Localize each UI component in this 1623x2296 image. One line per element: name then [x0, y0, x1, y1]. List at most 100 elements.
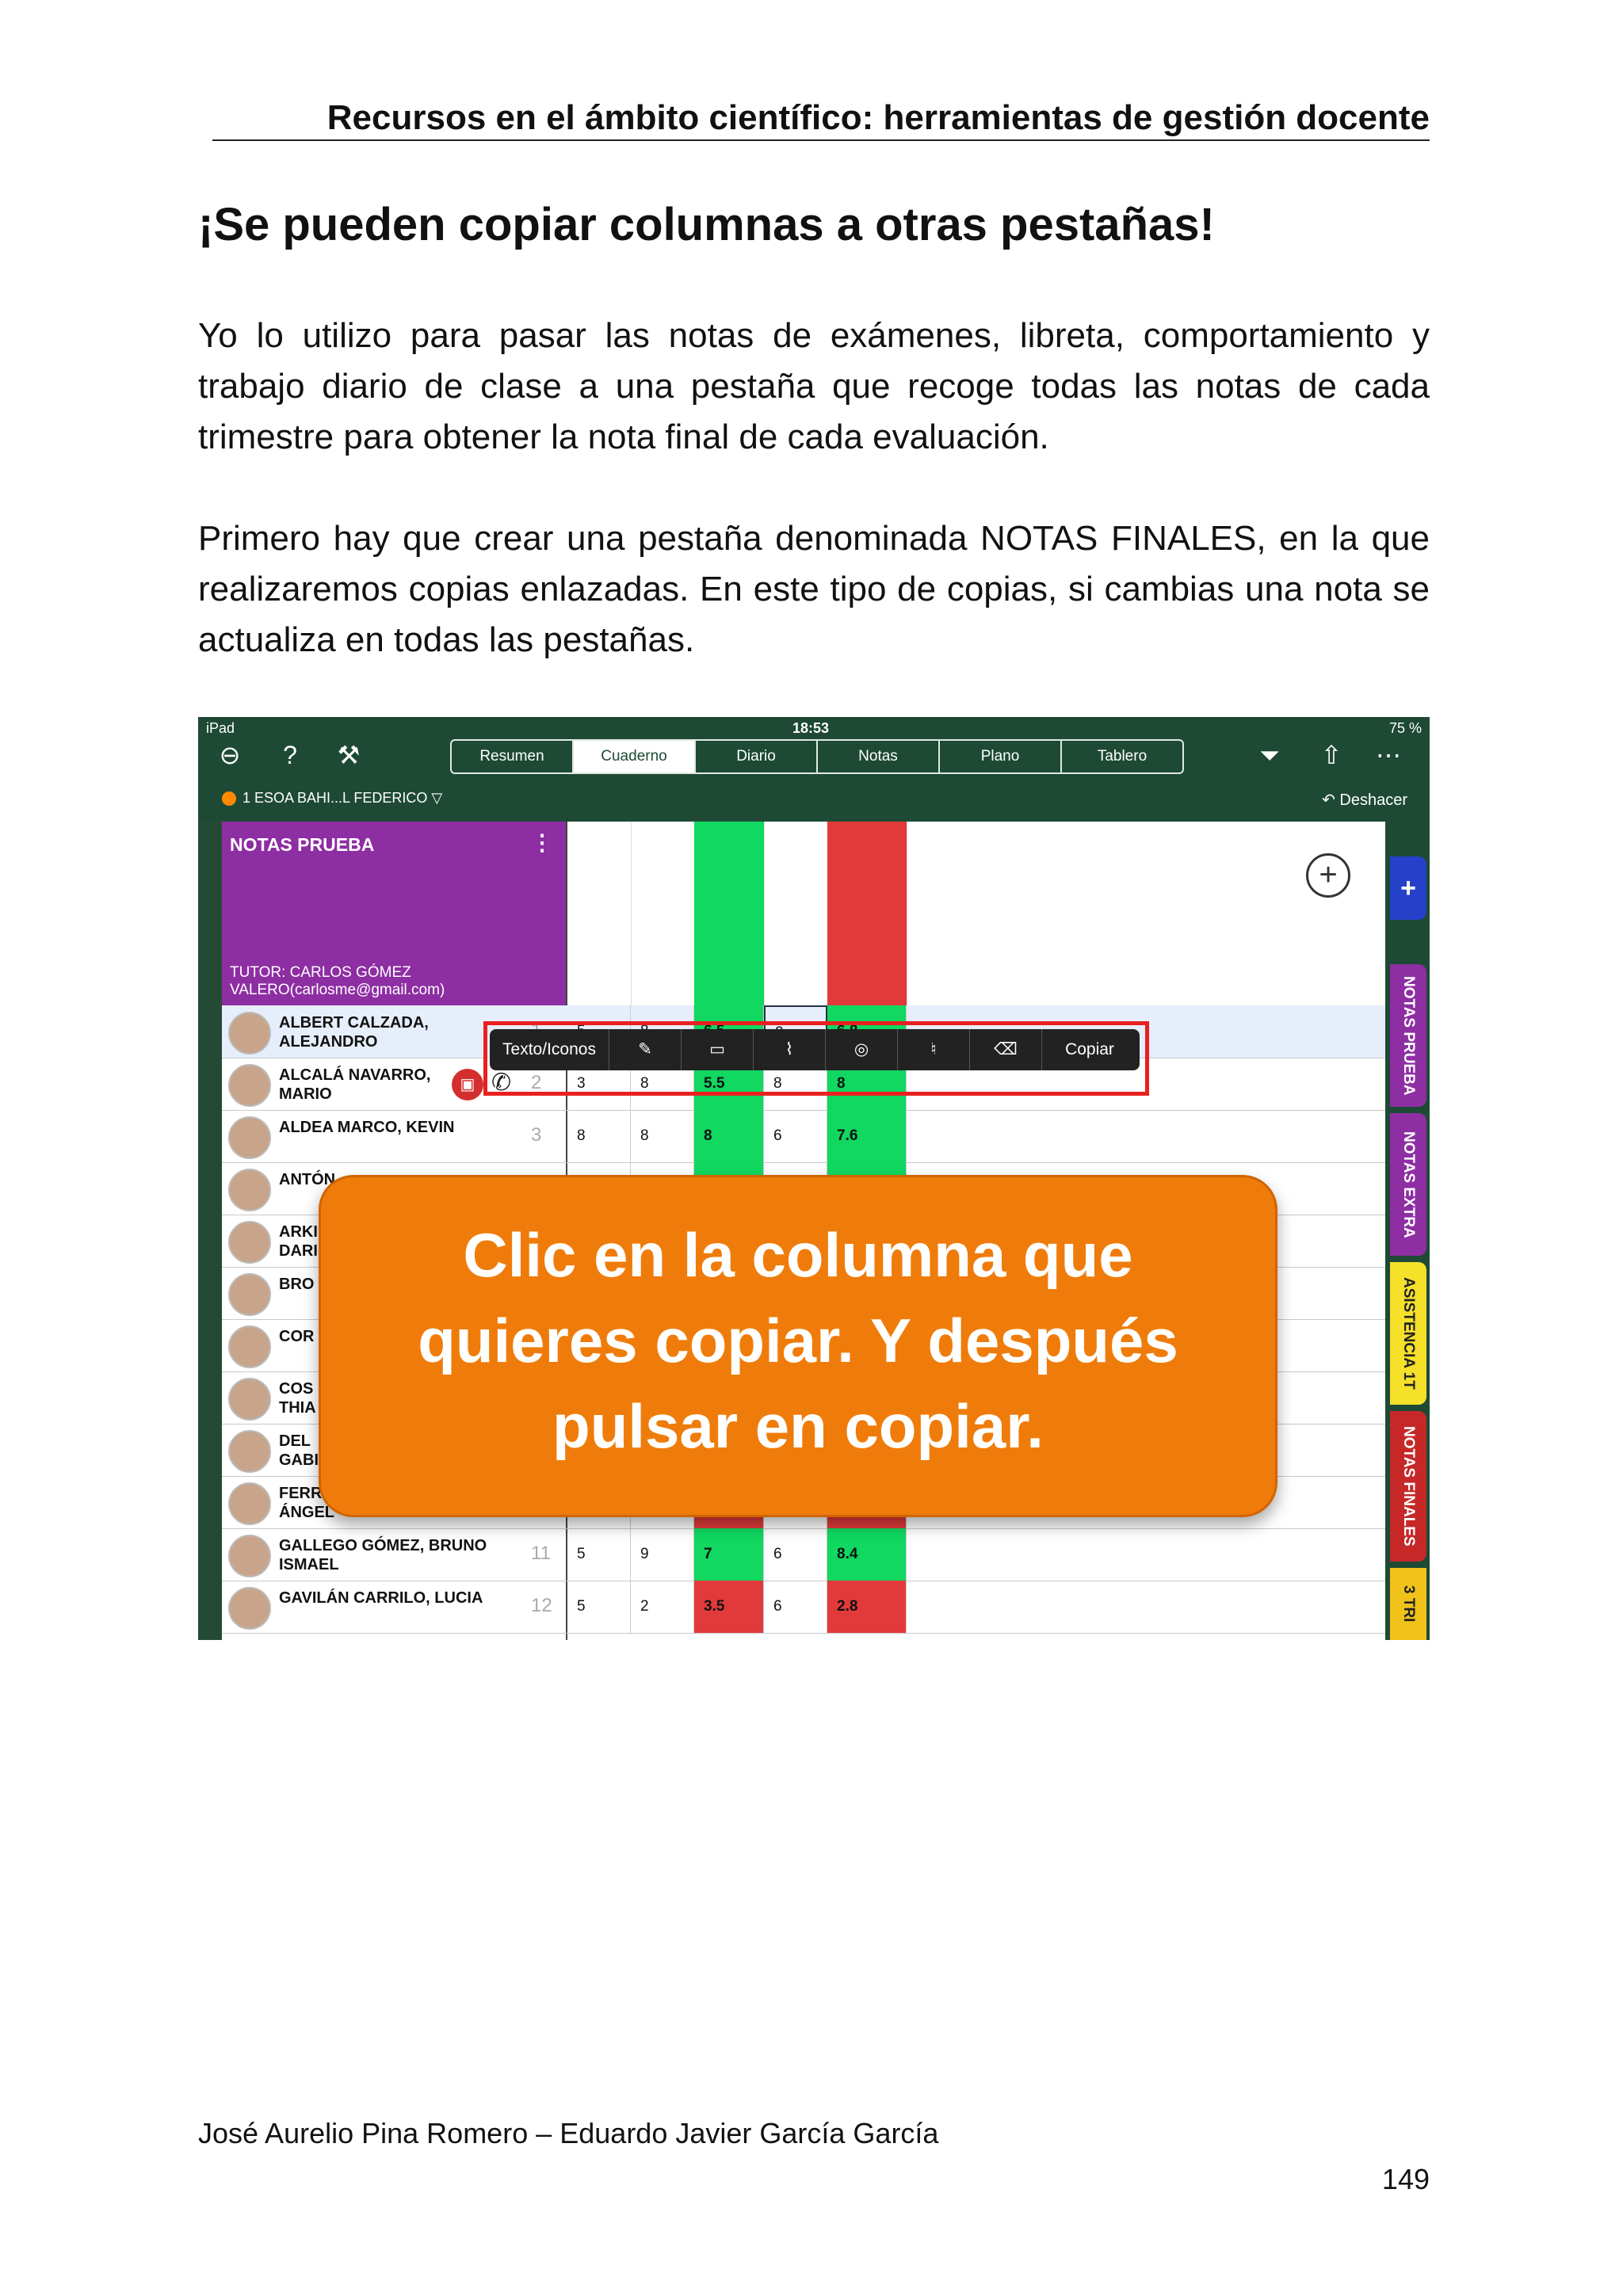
student-name: GALLEGO GÓMEZ, BRUNO ISMAEL [279, 1536, 487, 1574]
student-name-line: GALLEGO GÓMEZ, BRUNO [279, 1537, 487, 1554]
wrench-icon[interactable]: ⚒ [333, 741, 365, 769]
status-battery: 75 % [1388, 720, 1422, 736]
sheet-header: NOTAS PRUEBA ⋮ TUTOR: CARLOS GÓMEZ VALER… [222, 822, 566, 1005]
filter-icon[interactable]: ⏷ [1254, 741, 1285, 769]
student-name-line: ALCALÁ NAVARRO, [279, 1066, 431, 1084]
undo-label: Deshacer [1339, 791, 1407, 809]
student-row[interactable]: ALDEA MARCO, KEVIN 3 8 8 8 6 7.6 [222, 1110, 1385, 1163]
student-name: ALDEA MARCO, KEVIN [279, 1118, 454, 1137]
microphone-icon[interactable]: ♮ [898, 1029, 970, 1070]
text-icons-button[interactable]: Texto/Iconos [490, 1029, 609, 1070]
grade-cell[interactable]: 2.8 [827, 1581, 907, 1633]
student-name-line: DARI [279, 1242, 318, 1260]
undo-icon: ↶ [1322, 791, 1340, 809]
grade-cell[interactable]: 5 [567, 1528, 631, 1581]
callout-line: quieres copiar. Y después [418, 1306, 1178, 1375]
column-header[interactable] [567, 822, 632, 1005]
app-toolbar: iPad 18:53 75 % ⊖ ? ⚒ Resumen Cuaderno D… [198, 717, 1430, 822]
side-tab[interactable]: NOTAS PRUEBA [1390, 964, 1426, 1107]
grade-cell[interactable]: 5 [567, 1581, 631, 1633]
tab-diario[interactable]: Diario [696, 741, 818, 772]
student-name: ALCALÁ NAVARRO, MARIO [279, 1066, 430, 1104]
student-avatar [228, 1116, 271, 1159]
student-name-line: GAVILÁN CARRILO, LUCIA [279, 1589, 483, 1607]
side-tab[interactable]: 3 TRI [1390, 1568, 1426, 1640]
student-number: 3 [531, 1124, 542, 1146]
tab-plano[interactable]: Plano [940, 741, 1062, 772]
undo-button[interactable]: ↶ Deshacer [1322, 790, 1407, 810]
sheet-tabs: + NOTAS PRUEBA NOTAS EXTRA ASISTENCIA 1T… [1385, 822, 1430, 1640]
student-name: ARKI DARI [279, 1222, 318, 1261]
share-icon[interactable]: ⇧ [1316, 741, 1347, 769]
student-avatar [228, 1064, 271, 1107]
column-header[interactable] [631, 822, 695, 1005]
brush-icon[interactable]: ✎ [609, 1029, 682, 1070]
instruction-callout: Clic en la columna que quieres copiar. Y… [319, 1175, 1277, 1517]
tutor-name: TUTOR: CARLOS GÓMEZ [230, 964, 411, 981]
student-name-line: ALEJANDRO [279, 1033, 378, 1051]
grade-cell[interactable]: 7 [694, 1528, 764, 1581]
sheet-menu-icon[interactable]: ⋮ [531, 830, 553, 856]
student-name-line: ISMAEL [279, 1556, 339, 1573]
attach-icon[interactable]: ⌇ [754, 1029, 826, 1070]
student-avatar [228, 1273, 271, 1316]
section-title: ¡Se pueden copiar columnas a otras pesta… [198, 199, 1215, 250]
grade-cell[interactable]: 6 [764, 1110, 827, 1162]
grade-cell[interactable]: 9 [631, 1528, 694, 1581]
grade-cell[interactable]: 8.4 [827, 1528, 907, 1581]
student-avatar [228, 1325, 271, 1368]
grade-cell[interactable]: 6 [764, 1581, 827, 1633]
grade-cell[interactable]: 8 [694, 1110, 764, 1162]
tutor-info: TUTOR: CARLOS GÓMEZ VALERO(carlosme@gmai… [230, 964, 445, 999]
student-avatar [228, 1535, 271, 1577]
tab-tablero[interactable]: Tablero [1062, 741, 1182, 772]
course-color-dot [222, 791, 236, 807]
trash-icon[interactable]: ⌫ [970, 1029, 1042, 1070]
paragraph-1: Yo lo utilizo para pasar las notas de ex… [198, 316, 1430, 456]
page-number: 149 [1381, 2163, 1430, 2195]
student-avatar [228, 1221, 271, 1264]
student-avatar [228, 1012, 271, 1055]
grade-cell[interactable]: 6 [764, 1528, 827, 1581]
column-header[interactable] [694, 822, 765, 1005]
student-name-line: ALDEA MARCO, KEVIN [279, 1119, 455, 1136]
student-row[interactable]: GAVILÁN CARRILO, LUCIA 12 5 2 3.5 6 2.8 [222, 1581, 1385, 1634]
student-name-line: GABI [279, 1451, 319, 1469]
student-number: 12 [531, 1595, 552, 1616]
column-header[interactable] [827, 822, 907, 1005]
sheet-title: NOTAS PRUEBA [230, 834, 375, 855]
grade-cell[interactable]: 8 [631, 1110, 694, 1162]
student-name: ALBERT CALZADA, ALEJANDRO [279, 1013, 429, 1051]
side-tab-label: 3 TRI [1400, 1585, 1417, 1623]
student-name: DEL GABI [279, 1432, 319, 1470]
grade-cell[interactable]: 3.5 [694, 1581, 764, 1633]
more-icon[interactable]: ⋯ [1373, 741, 1404, 769]
side-tab[interactable]: NOTAS FINALES [1390, 1411, 1426, 1562]
add-tab-button[interactable]: + [1390, 856, 1426, 920]
student-name: COS THIA [279, 1379, 316, 1417]
presentation-icon[interactable]: ▣ [452, 1069, 483, 1100]
copy-button[interactable]: Copiar [1042, 1029, 1137, 1070]
grade-cell[interactable]: 2 [631, 1581, 694, 1633]
add-column-button[interactable]: + [1306, 853, 1350, 898]
tutor-email: VALERO(carlosme@gmail.com) [230, 982, 445, 998]
side-tab[interactable]: ASISTENCIA 1T [1390, 1262, 1426, 1405]
column-header[interactable] [764, 822, 828, 1005]
student-avatar [228, 1169, 271, 1211]
course-selector[interactable]: 1 ESOA BAHI...L FEDERICO ▽ [222, 790, 442, 807]
camera-icon[interactable]: ◎ [826, 1029, 898, 1070]
back-icon[interactable]: ⊖ [214, 741, 246, 769]
help-icon[interactable]: ? [274, 741, 306, 769]
grade-cell[interactable]: 8 [567, 1110, 631, 1162]
student-name-line: THIA [279, 1399, 316, 1417]
tab-cuaderno[interactable]: Cuaderno [574, 741, 696, 772]
callout-line: Clic en la columna que [463, 1220, 1133, 1290]
student-avatar [228, 1430, 271, 1473]
tab-resumen[interactable]: Resumen [452, 741, 574, 772]
grade-cell[interactable]: 7.6 [827, 1110, 907, 1162]
side-tab[interactable]: NOTAS EXTRA [1390, 1113, 1426, 1256]
student-row[interactable]: GALLEGO GÓMEZ, BRUNO ISMAEL 11 5 9 7 6 8.4 [222, 1528, 1385, 1581]
student-name-line: COS [279, 1380, 314, 1398]
comment-icon[interactable]: ▭ [682, 1029, 754, 1070]
tab-notas[interactable]: Notas [818, 741, 940, 772]
